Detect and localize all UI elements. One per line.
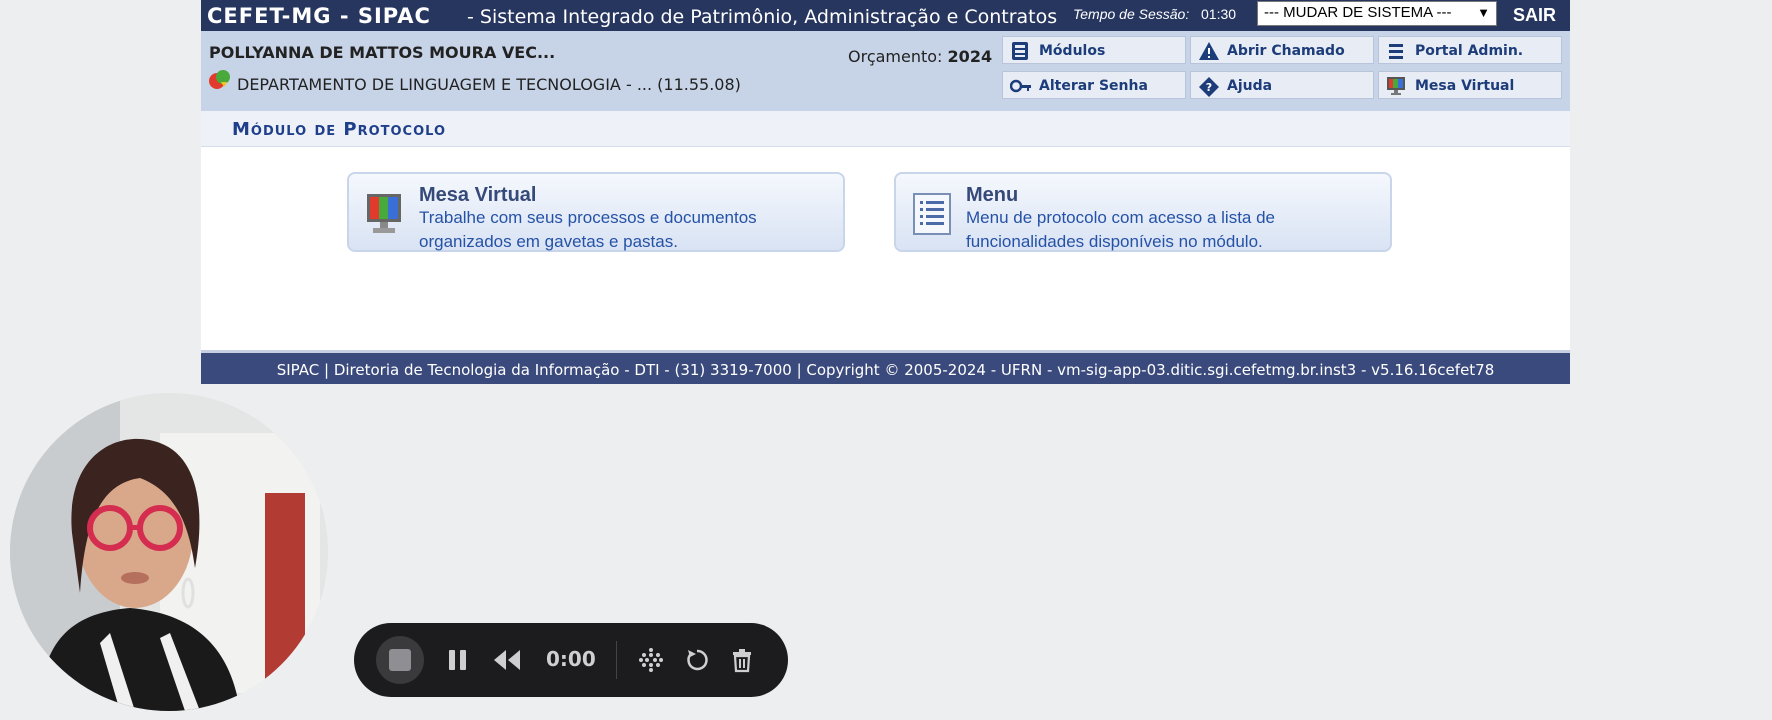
menu-title: Menu (966, 184, 1019, 206)
virtual-desk-description: Trabalhe com seus processos e documentos… (419, 208, 757, 251)
virtual-desk-quick-label: Mesa Virtual (1415, 78, 1515, 94)
change-system-value: --- MUDAR DE SISTEMA --- (1264, 4, 1452, 21)
page-title: Módulo de Protocolo (232, 119, 447, 140)
monitor-icon (365, 192, 403, 241)
svg-text:?: ? (1206, 81, 1212, 94)
user-name: POLLYANNA DE MATTOS MOURA VEC... (209, 43, 556, 62)
help-icon: ? (1198, 76, 1220, 102)
change-unit-icon[interactable] (208, 68, 232, 99)
stop-button[interactable] (376, 636, 424, 684)
modules-button[interactable]: Módulos (1002, 36, 1186, 64)
brand-title: CEFET-MG - SIPAC (207, 4, 431, 28)
virtual-desk-card[interactable]: Mesa Virtual Trabalhe com seus processos… (347, 172, 845, 252)
webcam-overlay[interactable] (10, 393, 328, 711)
module-header: Módulo de Protocolo (201, 111, 1570, 147)
grid-icon[interactable] (638, 647, 664, 678)
modules-label: Módulos (1039, 43, 1106, 59)
key-icon (1009, 76, 1032, 100)
monitor-icon (1386, 76, 1406, 100)
department-name[interactable]: DEPARTAMENTO DE LINGUAGEM E TECNOLOGIA -… (237, 75, 741, 94)
help-button[interactable]: ? Ajuda (1190, 71, 1374, 99)
restart-icon[interactable] (684, 647, 710, 678)
session-label: Tempo de Sessão: (1073, 6, 1190, 22)
footer: SIPAC | Diretoria de Tecnologia da Infor… (201, 350, 1570, 384)
budget-year: 2024 (947, 47, 993, 66)
document-list-icon (912, 192, 952, 241)
virtual-desk-title: Mesa Virtual (419, 184, 537, 206)
help-label: Ajuda (1227, 78, 1273, 94)
chevron-down-icon: ▼ (1477, 5, 1490, 20)
change-password-label: Alterar Senha (1039, 78, 1148, 94)
session-time: 01:30 (1201, 6, 1237, 22)
budget-label: Orçamento: (848, 47, 943, 66)
footer-text: SIPAC | Diretoria de Tecnologia da Infor… (276, 361, 1495, 379)
modules-icon (1010, 41, 1030, 65)
menu-description: Menu de protocolo com acesso a lista de … (966, 208, 1276, 251)
system-subtitle: - Sistema Integrado de Patrimônio, Admin… (467, 6, 1058, 28)
sipac-window: CEFET-MG - SIPAC - Sistema Integrado de … (201, 0, 1570, 384)
user-info-bar: POLLYANNA DE MATTOS MOURA VEC... DEPARTA… (201, 31, 1570, 111)
recording-toolbar: 0:00 (354, 623, 788, 697)
toolbar-divider (616, 641, 617, 679)
menu-card[interactable]: Menu Menu de protocolo com acesso a list… (894, 172, 1392, 252)
admin-portal-button[interactable]: Portal Admin. (1378, 36, 1562, 64)
trash-icon[interactable] (730, 647, 754, 678)
stop-icon (389, 649, 411, 671)
virtual-desk-quick-button[interactable]: Mesa Virtual (1378, 71, 1562, 99)
change-password-button[interactable]: Alterar Senha (1002, 71, 1186, 99)
pause-icon[interactable] (446, 647, 470, 678)
warning-icon (1198, 41, 1220, 65)
admin-portal-label: Portal Admin. (1415, 43, 1524, 59)
open-ticket-label: Abrir Chamado (1227, 43, 1345, 59)
rewind-icon[interactable] (492, 647, 522, 678)
list-icon (1386, 41, 1406, 65)
open-ticket-button[interactable]: Abrir Chamado (1190, 36, 1374, 64)
logout-link[interactable]: SAIR (1513, 5, 1556, 26)
top-bar: CEFET-MG - SIPAC - Sistema Integrado de … (201, 0, 1570, 31)
recording-time: 0:00 (546, 647, 596, 671)
change-system-select[interactable]: --- MUDAR DE SISTEMA --- ▼ (1257, 1, 1497, 26)
budget-info: Orçamento: 2024 (848, 47, 992, 66)
